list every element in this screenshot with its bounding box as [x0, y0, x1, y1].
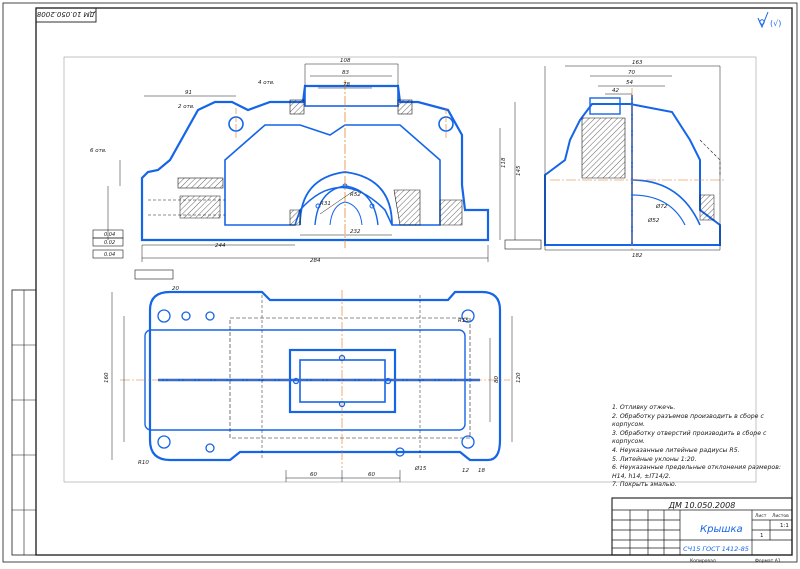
dim-label: 108 — [340, 58, 351, 64]
tolerance-frames — [92, 229, 542, 280]
scale: 1:1 — [780, 523, 789, 529]
dim-label: 6 отв. — [90, 148, 107, 154]
dim-label: 4 отв. — [258, 80, 275, 86]
dim-label: R15 — [458, 318, 469, 324]
dim-label: 2 отв. — [178, 104, 195, 110]
dim-label: 18 — [478, 468, 485, 474]
dim-label: 12 — [462, 468, 469, 474]
part-name: Крышка — [700, 524, 743, 535]
dim-label: Ø72 — [655, 203, 668, 210]
dim-label: 118 — [501, 157, 507, 168]
front-dimensions — [107, 63, 516, 262]
tol-value: 0.04 — [104, 252, 115, 258]
note-line: 5. Литейные уклоны 1:20. — [612, 455, 697, 463]
note-line: 6. Неуказанные предельные отклонения раз… — [612, 464, 781, 480]
material: СЧ15 ГОСТ 1412-85 — [683, 545, 749, 553]
dim-label: R10 — [138, 460, 149, 466]
dim-label: 80 — [494, 376, 500, 383]
note-line: 2. Обработку разъемов производить в сбор… — [612, 412, 764, 429]
dim-label: 42 — [612, 88, 619, 94]
top-view — [120, 290, 510, 468]
front-dim-labels: 108 83 78 91 2 отв. 4 отв. 6 отв. 118 14… — [90, 58, 522, 264]
dim-label: R52 — [350, 192, 361, 198]
dim-label: 182 — [632, 253, 643, 259]
dim-label: 78 — [343, 82, 350, 88]
note-line: 7. Покрыть эмалью. — [612, 481, 677, 489]
dim-label: 91 — [185, 90, 192, 96]
dim-label: 160 — [104, 372, 110, 383]
dim-label: 60 — [310, 472, 317, 478]
top-dim-labels: 60 60 80 160 R10 R15 120 Ø15 12 18 20 — [104, 286, 522, 478]
top-dimensions — [111, 292, 513, 482]
side-view — [544, 88, 725, 250]
sheets-count: 1 — [760, 533, 764, 539]
drawing-sheet: ДМ 10.050.2008 (√) 108 83 78 91 2 отв. 4… — [0, 0, 800, 565]
dim-label: 54 — [626, 80, 633, 86]
dim-label: 60 — [368, 472, 375, 478]
roughness-mark-icon — [757, 11, 769, 29]
note-line: 4. Неуказанные литейные радиусы R5. — [612, 446, 740, 454]
dim-label: Ø15 — [414, 465, 427, 472]
dim-label: 145 — [516, 165, 522, 176]
technical-notes: 1. Отливку отжечь. 2. Обработку разъемов… — [612, 404, 792, 490]
dim-label: 244 — [215, 243, 226, 249]
format-label: Формат А1 — [755, 558, 781, 564]
dim-label: 232 — [350, 229, 361, 235]
dim-label: 83 — [342, 70, 349, 76]
dim-label: 163 — [632, 60, 643, 66]
sheets-label: Листов — [772, 513, 789, 519]
tol-value: 0.02 — [104, 240, 115, 246]
dim-label: 70 — [628, 70, 635, 76]
dim-label: 20 — [172, 286, 179, 292]
drawing-code: ДМ 10.050.2008 — [668, 501, 736, 510]
dim-label: R31 — [320, 201, 331, 207]
dim-label: 120 — [516, 372, 522, 383]
note-line: 3. Обработку отверстий производить в сбо… — [612, 429, 767, 446]
tol-value: 0.04 — [104, 232, 115, 238]
dim-label: 284 — [310, 258, 321, 264]
sheet-label: Лист — [755, 513, 767, 519]
copied-label: Копировал — [690, 558, 716, 564]
roughness-note: (√) — [770, 19, 781, 28]
note-line: 1. Отливку отжечь. — [612, 404, 676, 411]
dim-label: Ø52 — [647, 217, 660, 224]
top-doc-code: ДМ 10.050.2008 — [36, 10, 96, 18]
